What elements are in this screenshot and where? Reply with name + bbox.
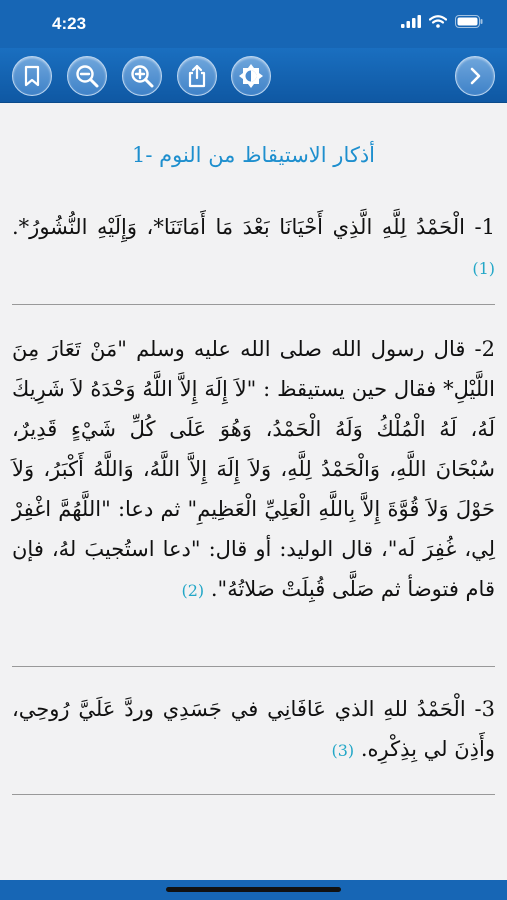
bookmark-button[interactable] — [12, 56, 52, 96]
zoom-in-button[interactable] — [122, 56, 162, 96]
home-indicator[interactable] — [166, 887, 341, 892]
divider — [12, 304, 495, 305]
wifi-icon — [429, 15, 447, 28]
zoom-out-button[interactable] — [67, 56, 107, 96]
divider — [12, 666, 495, 667]
zoom-in-icon — [131, 65, 154, 88]
dhikr-2-text: 2- قال رسول الله صلى الله عليه وسلم "مَن… — [12, 337, 495, 601]
toolbar — [0, 48, 507, 103]
chevron-right-icon — [470, 67, 481, 85]
status-bar: 4:23 — [0, 0, 507, 48]
share-button[interactable] — [177, 56, 217, 96]
status-icons — [401, 15, 483, 28]
battery-icon — [455, 15, 483, 28]
dhikr-1-reference[interactable]: (1) — [472, 259, 495, 278]
divider — [12, 794, 495, 795]
section-heading: 1- أذكار الاستيقاظ من النوم — [131, 143, 376, 167]
share-icon — [188, 64, 206, 88]
dhikr-2: 2- قال رسول الله صلى الله عليه وسلم "مَن… — [12, 329, 495, 611]
dhikr-3: 3- الْحَمْدُ للهِ الذي عَافَانِي في جَسَ… — [12, 689, 495, 771]
dhikr-3-reference[interactable]: (3) — [331, 741, 354, 760]
brightness-button[interactable] — [231, 56, 271, 96]
status-time: 4:23 — [52, 14, 87, 33]
dhikr-1-text: 1- الْحَمْدُ لِلَّهِ الَّذِي أَحْيَانَا … — [12, 215, 495, 239]
adhkar-content[interactable]: 1- أذكار الاستيقاظ من النوم 1- الْحَمْدُ… — [0, 103, 507, 880]
signal-icon — [401, 15, 421, 28]
dhikr-1: 1- الْحَمْدُ لِلَّهِ الَّذِي أَحْيَانَا … — [12, 207, 495, 289]
next-button[interactable] — [455, 56, 495, 96]
bookmark-icon — [24, 65, 40, 87]
zoom-out-icon — [76, 65, 99, 88]
dhikr-2-reference[interactable]: (2) — [181, 581, 204, 600]
brightness-icon — [239, 64, 263, 88]
dhikr-3-text: 3- الْحَمْدُ للهِ الذي عَافَانِي في جَسَ… — [12, 697, 495, 761]
